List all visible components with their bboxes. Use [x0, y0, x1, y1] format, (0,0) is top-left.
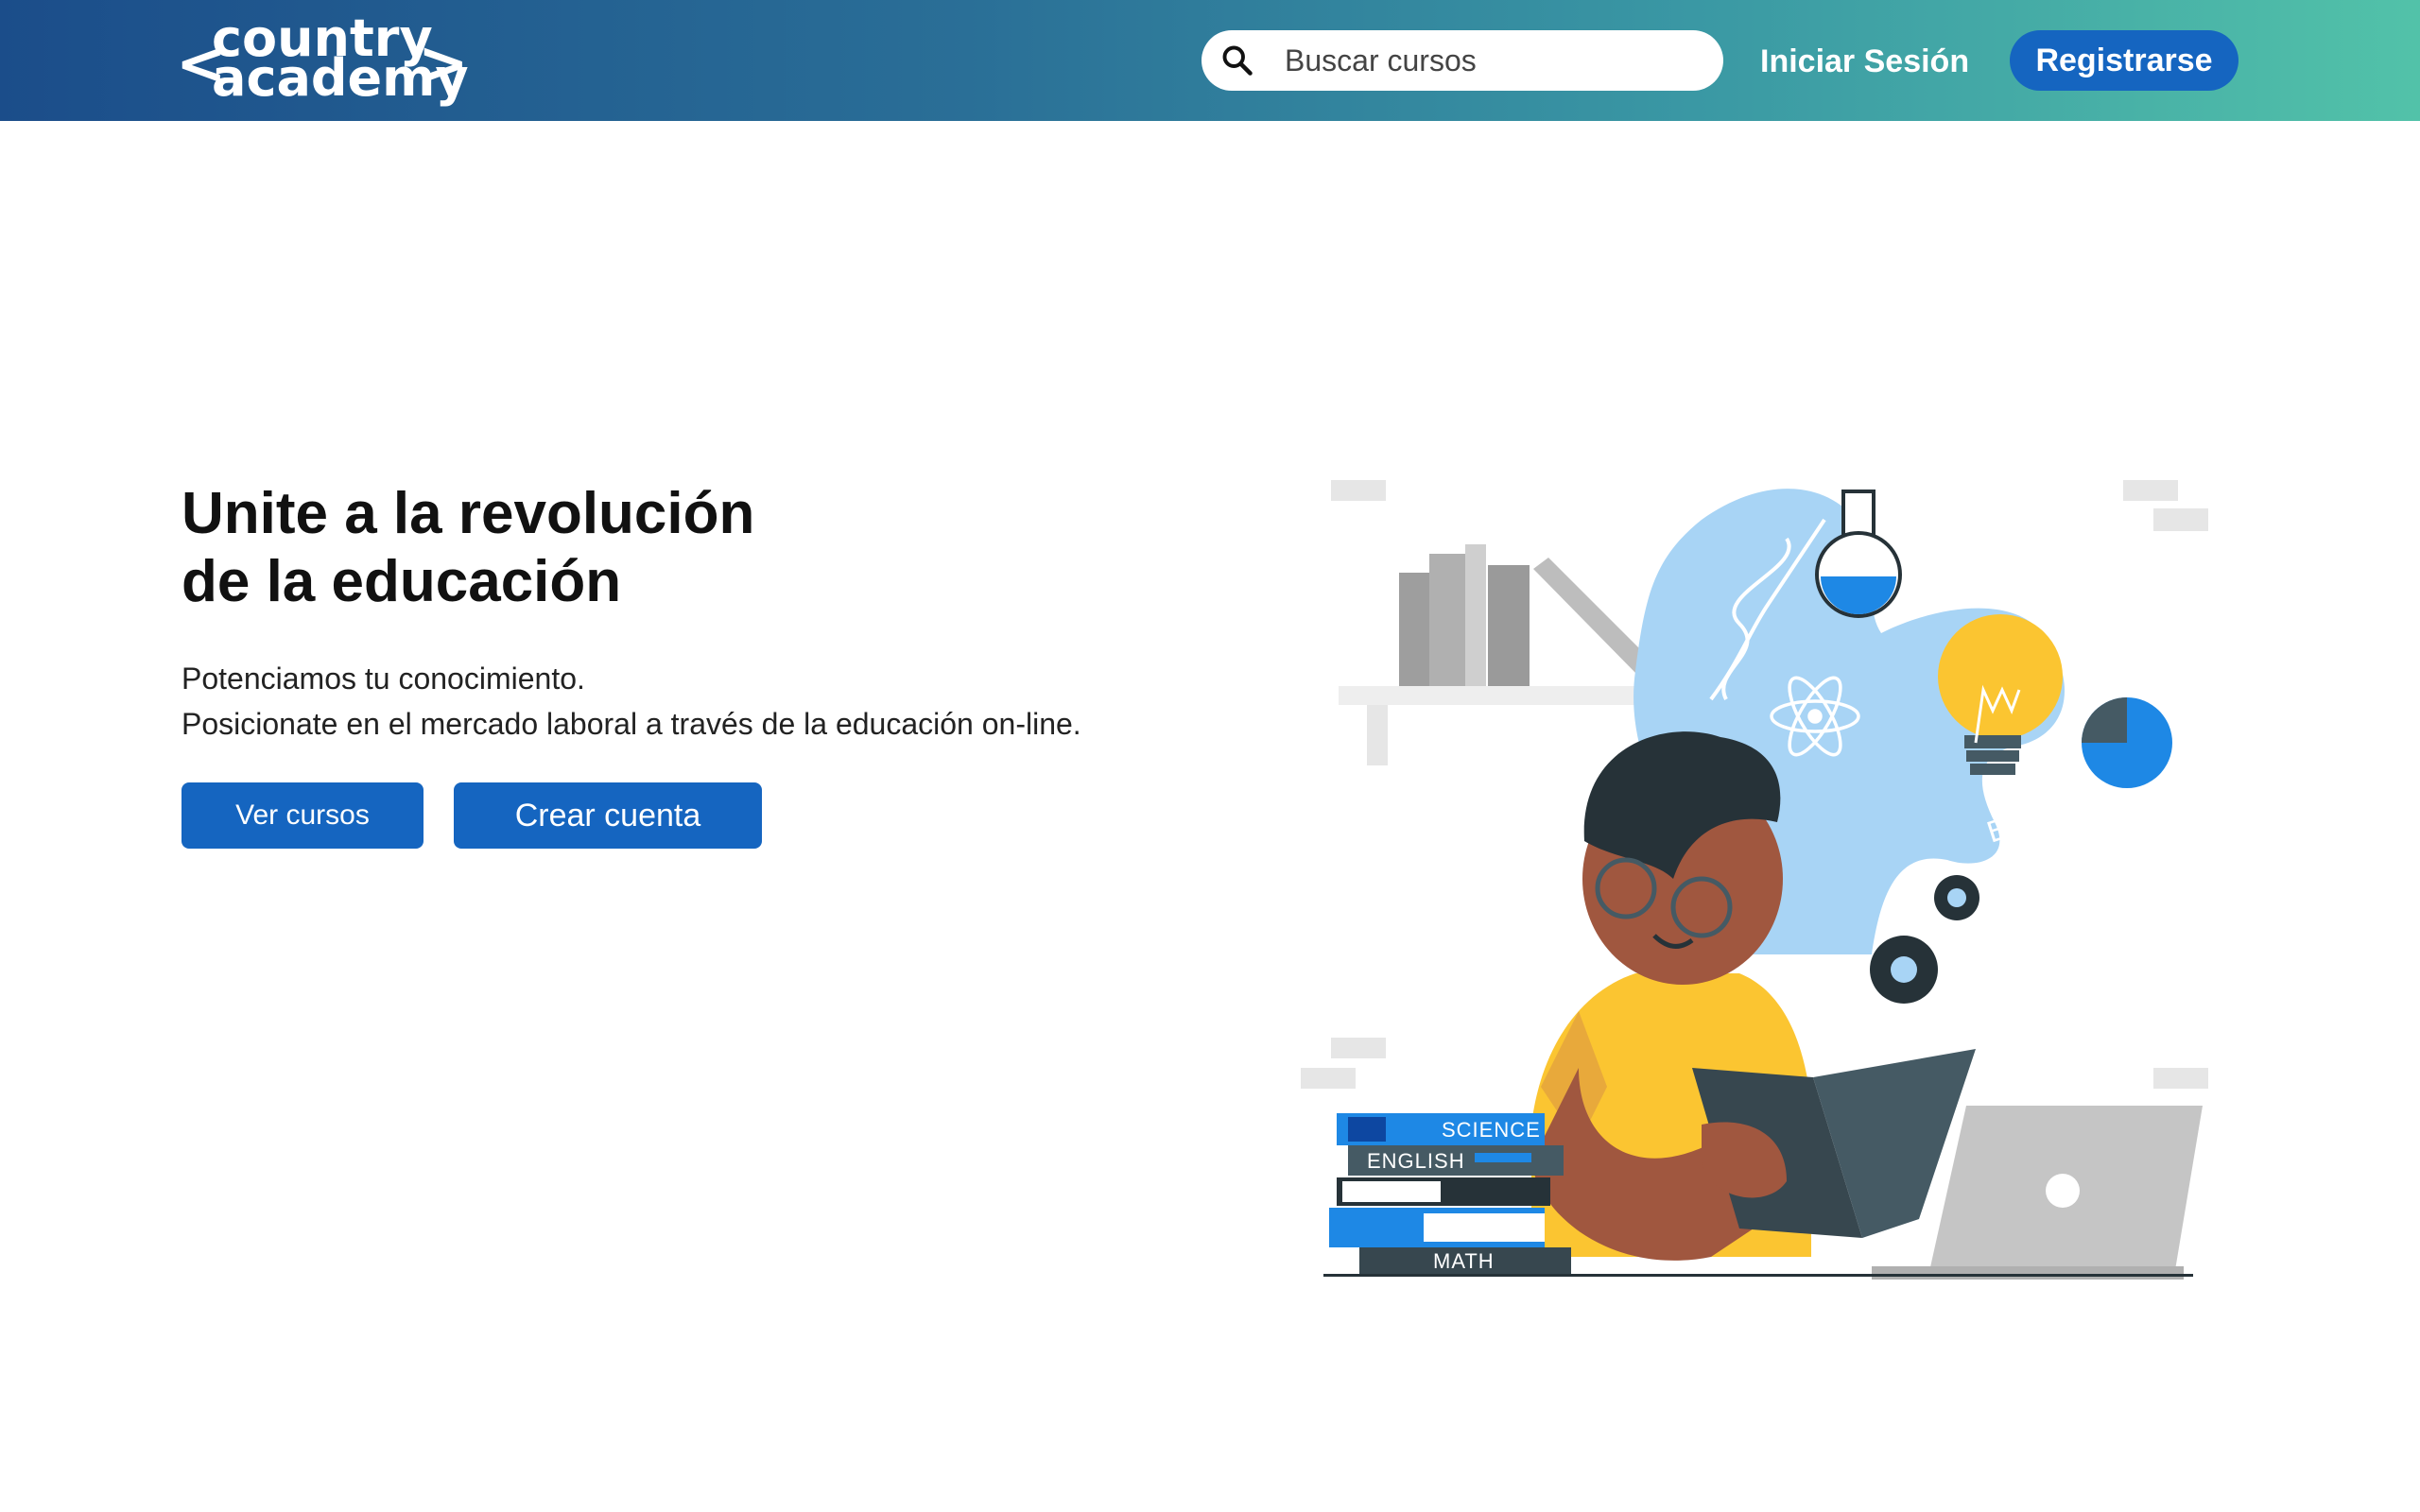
search-bar: [1201, 30, 1723, 91]
logo-right-bracket: >: [418, 29, 469, 99]
student-reading-illustration: E = mc² SCIENCE ENGLISH MATH: [1301, 480, 2208, 1280]
hero-title: Unite a la revolución de la educación: [182, 480, 1032, 616]
hero-title-line-2: de la educación: [182, 549, 622, 614]
top-navbar: < country academy > Iniciar Sesión Regis…: [0, 0, 2420, 121]
hero-subtitle: Potenciamos tu conocimiento. Posicionate…: [182, 656, 1221, 747]
open-book: [1692, 1049, 1976, 1238]
book-label-science: SCIENCE: [1442, 1118, 1541, 1142]
search-icon[interactable]: [1220, 43, 1254, 77]
register-button[interactable]: Registrarse: [2010, 30, 2238, 91]
country-academy-logo[interactable]: < country academy >: [176, 13, 469, 108]
bookshelf: [1339, 544, 1679, 765]
formula-text: E = mc²: [1983, 783, 2102, 850]
book-label-english: ENGLISH: [1367, 1149, 1465, 1173]
hero-title-line-1: Unite a la revolución: [182, 481, 755, 546]
pie-chart-icon: [2082, 697, 2172, 788]
search-input[interactable]: [1285, 38, 1701, 83]
hero-subtitle-line-2: Posicionate en el mercado laboral a trav…: [182, 707, 1081, 741]
view-courses-button[interactable]: Ver cursos: [182, 782, 424, 849]
book-label-math: MATH: [1433, 1249, 1495, 1273]
create-account-button[interactable]: Crear cuenta: [454, 782, 762, 849]
login-link[interactable]: Iniciar Sesión: [1760, 38, 1969, 85]
hero-subtitle-line-1: Potenciamos tu conocimiento.: [182, 662, 585, 696]
